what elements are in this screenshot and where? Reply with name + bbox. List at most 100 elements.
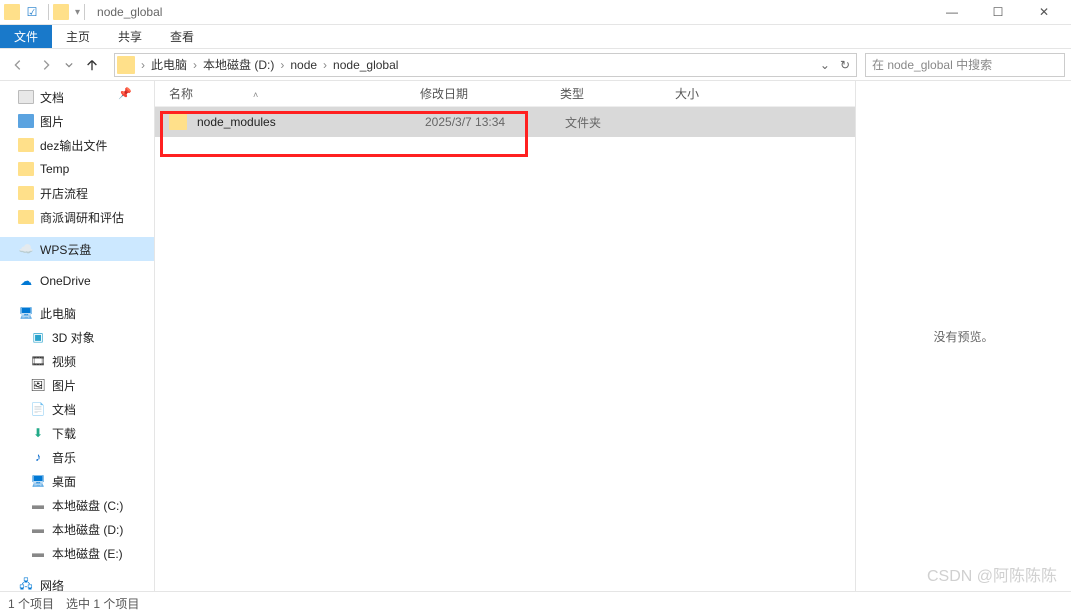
file-type: 文件夹 [565, 114, 680, 131]
preview-pane: 没有预览。 [855, 81, 1071, 591]
sidebar-item-label: 本地磁盘 (E:) [52, 545, 123, 562]
breadcrumb-drive[interactable]: 本地磁盘 (D:) [199, 56, 278, 73]
qat-dropdown-icon[interactable]: ▾ [75, 7, 80, 18]
refresh-button[interactable]: ↻ [836, 58, 854, 72]
chevron-right-icon[interactable]: › [278, 58, 286, 72]
sidebar-item-label: WPS云盘 [40, 241, 91, 258]
window-title: node_global [97, 5, 162, 19]
sidebar-item-label: 文档 [52, 401, 76, 418]
sidebar-item-label: 桌面 [52, 473, 76, 490]
search-placeholder: 在 node_global 中搜索 [872, 56, 992, 73]
sidebar-item-thispc[interactable]: 🖥 此电脑 [0, 301, 154, 325]
main-area: 📌 文档 图片 dez输出文件 Temp 开店流程 商派调研和评估 ☁️WPS云… [0, 81, 1071, 591]
file-date: 2025/3/7 13:34 [425, 115, 565, 129]
separator [48, 4, 49, 20]
sidebar-item-label: 本地磁盘 (C:) [52, 497, 123, 514]
status-bar: 1 个项目 选中 1 个项目 [0, 591, 1071, 615]
document-icon: 📄 [30, 401, 46, 417]
breadcrumb-node[interactable]: node [286, 58, 321, 72]
sidebar-item-onedrive[interactable]: ☁ OneDrive [0, 269, 154, 293]
history-dropdown-icon[interactable]: ⌄ [816, 58, 834, 72]
picture-icon: 🖼 [30, 377, 46, 393]
address-controls: ⌄ ↻ [816, 58, 854, 72]
file-list[interactable]: 名称˄ 修改日期 类型 大小 node_modules 2025/3/7 13:… [155, 81, 855, 591]
column-headers: 名称˄ 修改日期 类型 大小 [155, 81, 855, 107]
computer-icon: 🖥 [18, 305, 34, 321]
file-area: 名称˄ 修改日期 类型 大小 node_modules 2025/3/7 13:… [155, 81, 1071, 591]
sidebar-item-label: 音乐 [52, 449, 76, 466]
preview-empty-text: 没有预览。 [933, 328, 993, 345]
sidebar-item-temp[interactable]: Temp [0, 157, 154, 181]
sidebar-item-documents2[interactable]: 📄 文档 [0, 397, 154, 421]
folder-icon [53, 4, 69, 20]
column-date[interactable]: 修改日期 [420, 85, 560, 102]
breadcrumb-thispc[interactable]: 此电脑 [147, 56, 191, 73]
sidebar-item-desktop[interactable]: 🖥桌面 [0, 469, 154, 493]
address-bar[interactable]: › 此电脑 › 本地磁盘 (D:) › node › node_global ⌄… [114, 53, 857, 77]
tab-view[interactable]: 查看 [156, 25, 208, 48]
sidebar-item-pictures[interactable]: 图片 [0, 109, 154, 133]
sidebar-item-label: 下载 [52, 425, 76, 442]
sidebar-item-label: 文档 [40, 89, 64, 106]
check-icon[interactable]: ☑ [24, 4, 40, 20]
sidebar-item-music[interactable]: ♪ 音乐 [0, 445, 154, 469]
breadcrumb-nodeglobal[interactable]: node_global [329, 58, 402, 72]
sidebar-item-label: 开店流程 [40, 185, 88, 202]
close-button[interactable]: ✕ [1021, 0, 1067, 25]
tab-share[interactable]: 共享 [104, 25, 156, 48]
folder-icon [169, 114, 187, 130]
sidebar-item-label: Temp [40, 162, 69, 176]
back-button[interactable] [6, 53, 30, 77]
video-icon: 🎞 [30, 353, 46, 369]
music-icon: ♪ [30, 449, 46, 465]
cloud-icon: ☁ [18, 273, 34, 289]
folder-icon [117, 56, 135, 74]
disk-icon: ▬ [30, 521, 46, 537]
forward-button[interactable] [34, 53, 58, 77]
sidebar-item-disk-d[interactable]: ▬本地磁盘 (D:) [0, 517, 154, 541]
network-icon: 🖧 [18, 577, 34, 591]
disk-icon: ▬ [30, 497, 46, 513]
file-row[interactable]: node_modules 2025/3/7 13:34 文件夹 [155, 107, 855, 137]
download-icon: ⬇ [30, 425, 46, 441]
pin-icon: 📌 [118, 87, 132, 100]
file-name: node_modules [197, 115, 425, 129]
sidebar-item-label: dez输出文件 [40, 137, 107, 154]
sidebar-item-dez[interactable]: dez输出文件 [0, 133, 154, 157]
sort-indicator-icon: ˄ [253, 90, 258, 100]
maximize-button[interactable]: ☐ [975, 0, 1021, 25]
column-size[interactable]: 大小 [675, 85, 755, 102]
recent-dropdown-icon[interactable] [62, 53, 76, 77]
sidebar-item-pictures2[interactable]: 🖼 图片 [0, 373, 154, 397]
navigation-bar: › 此电脑 › 本地磁盘 (D:) › node › node_global ⌄… [0, 49, 1071, 81]
sidebar-item-disk-e[interactable]: ▬ 本地磁盘 (E:) [0, 541, 154, 565]
chevron-right-icon[interactable]: › [191, 58, 199, 72]
sidebar-item-network[interactable]: 🖧网络 [0, 573, 154, 591]
chevron-right-icon[interactable]: › [139, 58, 147, 72]
folder-icon [4, 4, 20, 20]
sidebar-item-disk-c[interactable]: ▬ 本地磁盘 (C:) [0, 493, 154, 517]
column-name[interactable]: 名称˄ [165, 85, 420, 102]
column-type[interactable]: 类型 [560, 85, 675, 102]
disk-icon: ▬ [30, 545, 46, 561]
search-input[interactable]: 在 node_global 中搜索 [865, 53, 1065, 77]
sidebar-item-label: 此电脑 [40, 305, 76, 322]
sidebar-item-label: 图片 [52, 377, 76, 394]
sidebar-item-shangpai[interactable]: 商派调研和评估 [0, 205, 154, 229]
minimize-button[interactable]: — [929, 0, 975, 25]
tab-home[interactable]: 主页 [52, 25, 104, 48]
sidebar-item-kaidian[interactable]: 开店流程 [0, 181, 154, 205]
sidebar-item-label: OneDrive [40, 274, 91, 288]
cube-icon: ▣ [30, 329, 46, 345]
sidebar-item-3dobjects[interactable]: ▣3D 对象 [0, 325, 154, 349]
up-button[interactable] [80, 53, 104, 77]
chevron-right-icon[interactable]: › [321, 58, 329, 72]
navigation-tree[interactable]: 📌 文档 图片 dez输出文件 Temp 开店流程 商派调研和评估 ☁️WPS云… [0, 81, 155, 591]
ribbon-tabs: 文件 主页 共享 查看 [0, 25, 1071, 49]
sidebar-item-label: 视频 [52, 353, 76, 370]
sidebar-item-label: 图片 [40, 113, 64, 130]
sidebar-item-videos[interactable]: 🎞 视频 [0, 349, 154, 373]
sidebar-item-downloads[interactable]: ⬇ 下载 [0, 421, 154, 445]
tab-file[interactable]: 文件 [0, 25, 52, 48]
sidebar-item-wps[interactable]: ☁️WPS云盘 [0, 237, 154, 261]
